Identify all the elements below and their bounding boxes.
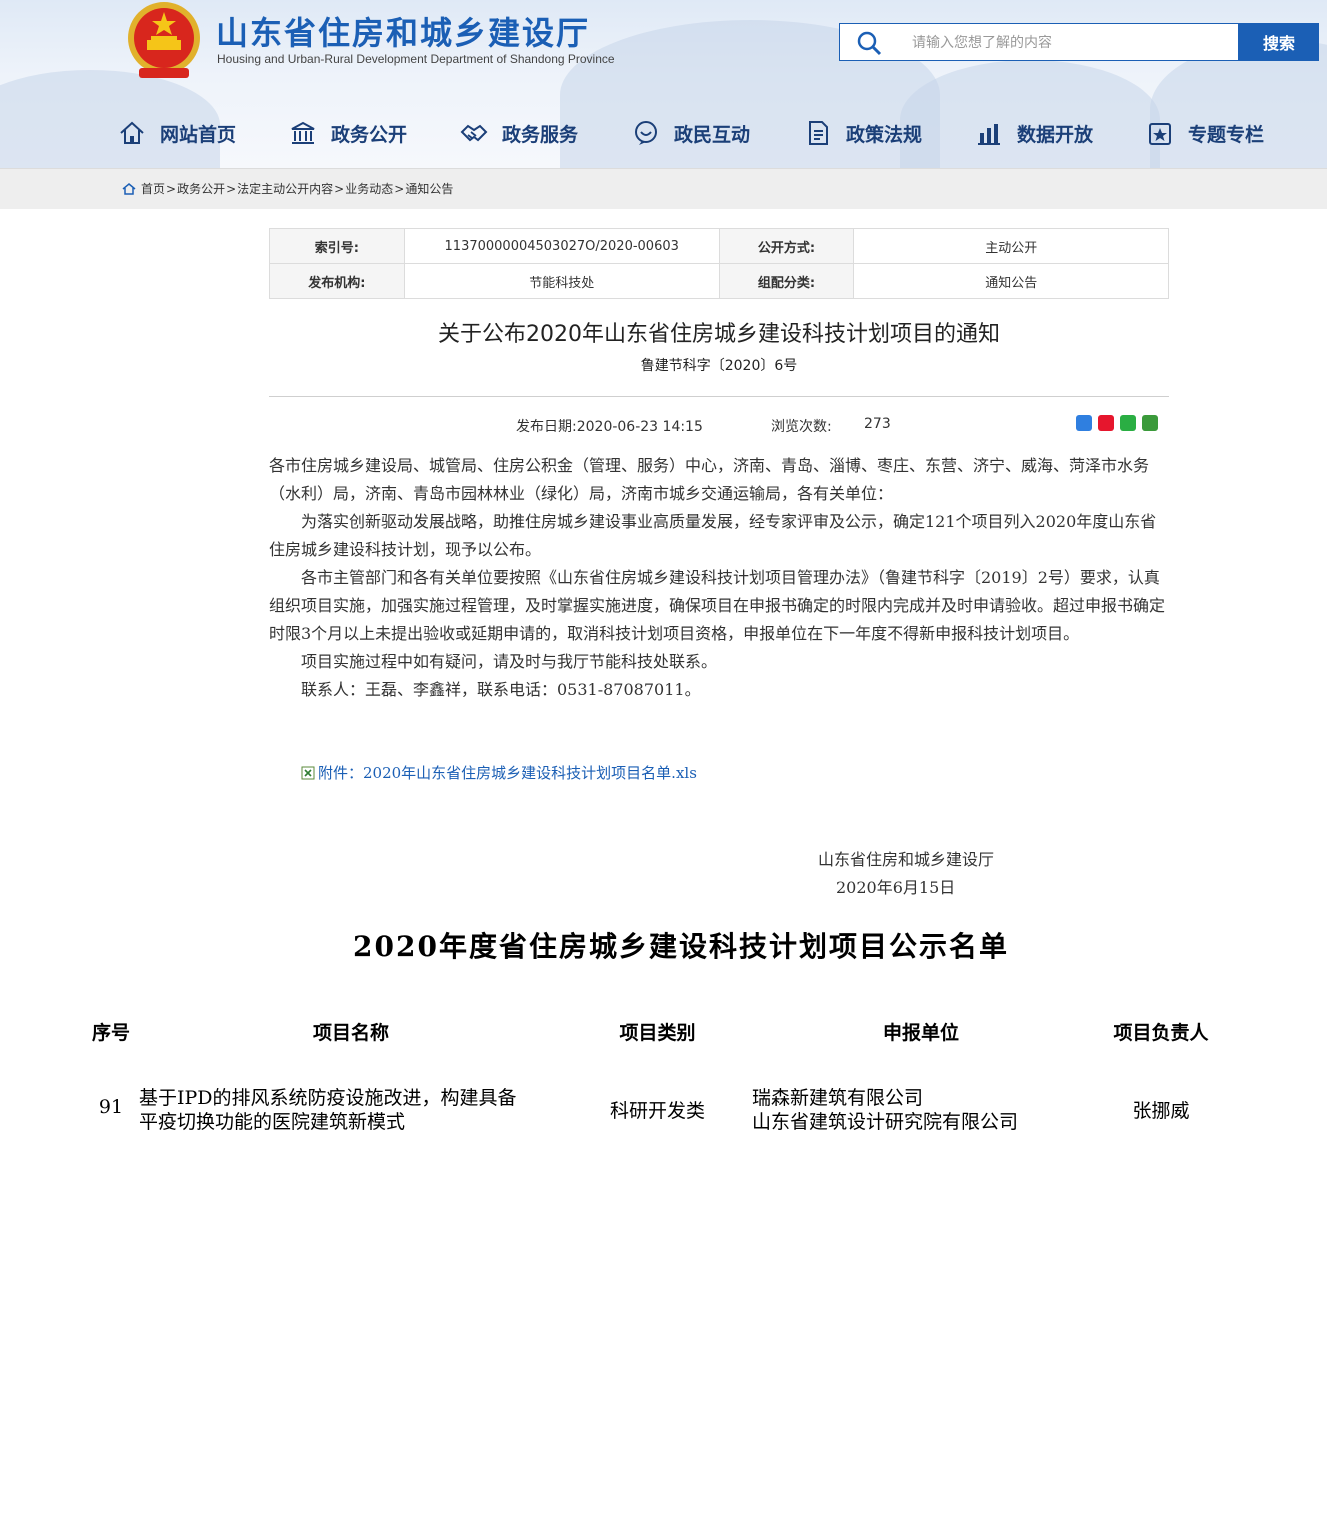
divider [269, 396, 1169, 397]
meta-table: 索引号: 11370000004503027O/2020-00603 公开方式:… [269, 228, 1169, 299]
breadcrumb-link[interactable]: 政务公开 [177, 180, 225, 197]
qzone-share-icon[interactable] [1076, 415, 1092, 431]
breadcrumb: 首页 > 政务公开 > 法定主动公开内容 > 业务动态 > 通知公告 [122, 180, 453, 197]
views-label: 浏览次数: [771, 419, 832, 435]
breadcrumb-link[interactable]: 通知公告 [405, 180, 453, 197]
row-name-line1: 基于IPD的排风系统防疫设施改进，构建具备 [139, 1087, 517, 1109]
chat-icon [635, 121, 657, 145]
row-name-line2: 平疫切换功能的医院建筑新模式 [139, 1111, 406, 1133]
paragraph: 项目实施过程中如有疑问，请及时与我厅节能科技处联系。 [301, 652, 718, 671]
table-border [0, 639, 1, 786]
nav-item-label: 政策法规 [846, 123, 923, 146]
paragraph: 各市主管部门和各有关单位要按照《山东省住房城乡建设科技计划项目管理办法》（鲁建节… [269, 568, 1166, 643]
article-title: 关于公布2020年山东省住房城乡建设科技计划项目的通知 [438, 322, 1000, 347]
table-border [0, 933, 1, 1080]
attachment-link[interactable]: 附件：2020年山东省住房城乡建设科技计划项目名单.xls [301, 762, 697, 783]
article-body: 各市住房城乡建设局、城管局、住房公积金（管理、服务）中心，济南、青岛、淄博、枣庄… [269, 452, 1169, 704]
index-label: 索引号: [269, 228, 405, 264]
publish-label: 发布日期: [516, 419, 577, 435]
table-border [0, 1374, 1, 1521]
document-number: 鲁建节科字〔2020〕6号 [640, 358, 798, 374]
chart-icon [978, 124, 1000, 145]
grid-line [0, 233, 1, 319]
nav-item-label: 专题专栏 [1188, 123, 1265, 146]
signature-date: 2020年6月15日 [836, 878, 956, 897]
share-bar [1076, 415, 1158, 431]
row-unit-line1: 瑞森新建筑有限公司 [752, 1087, 924, 1109]
nav-item-label: 网站首页 [160, 123, 237, 146]
grid-line [0, 405, 1, 637]
star-icon [1149, 123, 1171, 145]
attachment-label: 附件：2020年山东省住房城乡建设科技计划项目名单.xls [318, 764, 697, 782]
header-no: 序号 [91, 1021, 130, 1044]
category-label: 组配分类: [718, 263, 855, 299]
nav-item-open-data[interactable]: 数据开放 [975, 108, 1093, 158]
row-no: 91 [98, 1096, 124, 1118]
main-nav: 网站首页 政务公开 政务服务 政民互动 政策法规 数据开放 专题专栏 [0, 108, 1327, 158]
nav-item-home[interactable]: 网站首页 [118, 108, 236, 158]
breadcrumb-link[interactable]: 首页 [141, 180, 165, 197]
search-box [839, 23, 1239, 62]
nav-item-gov-affairs[interactable]: 政务公开 [289, 108, 407, 158]
breadcrumb-link[interactable]: 法定主动公开内容 [237, 180, 333, 197]
building-icon [291, 121, 315, 144]
views-count: 273 [864, 416, 891, 432]
mode-value: 主动公开 [853, 228, 1169, 264]
nav-item-label: 政务公开 [331, 123, 408, 146]
table-border [0, 1080, 1, 1227]
national-emblem-icon [128, 2, 200, 78]
paragraph: 联系人：王磊、李鑫祥，联系电话：0531-87087011。 [301, 680, 701, 699]
nav-item-topics[interactable]: 专题专栏 [1146, 108, 1264, 158]
weibo-share-icon[interactable] [1098, 415, 1114, 431]
row-leader: 张挪威 [1132, 1100, 1190, 1122]
nav-item-gov-service[interactable]: 政务服务 [460, 108, 578, 158]
header-unit: 申报单位 [882, 1021, 959, 1044]
nav-item-label: 政务服务 [502, 123, 579, 146]
home-icon [122, 182, 136, 195]
wechat-share-icon[interactable] [1120, 415, 1136, 431]
mode-label: 公开方式: [718, 228, 855, 264]
header-leader: 项目负责人 [1113, 1021, 1209, 1044]
nav-item-label: 数据开放 [1017, 123, 1094, 146]
org-label: 发布机构: [269, 263, 405, 299]
nav-item-policy[interactable]: 政策法规 [804, 108, 922, 158]
handshake-icon [460, 124, 488, 142]
grid-line [0, 319, 1, 405]
nav-item-label: 政民互动 [674, 123, 751, 146]
index-value: 11370000004503027O/2020-00603 [403, 228, 720, 264]
paragraph: 各市住房城乡建设局、城管局、住房公积金（管理、服务）中心，济南、青岛、淄博、枣庄… [269, 456, 1150, 503]
search-button[interactable]: 搜索 [1239, 23, 1319, 61]
header-category: 项目类别 [619, 1021, 696, 1044]
site-title: 山东省住房和城乡建设厅 [216, 14, 591, 52]
search-input[interactable] [910, 24, 1234, 62]
org-value: 节能科技处 [403, 263, 720, 299]
nav-item-interaction[interactable]: 政民互动 [632, 108, 750, 158]
breadcrumb-link[interactable]: 业务动态 [345, 180, 393, 197]
search-icon [857, 31, 882, 56]
excel-file-icon [301, 766, 315, 779]
site-subtitle: Housing and Urban-Rural Development Depa… [217, 52, 615, 66]
table-border [0, 1227, 1, 1374]
publish-date: 2020-06-23 14:15 [576, 419, 703, 435]
row-unit-line2: 山东省建筑设计研究院有限公司 [752, 1111, 1019, 1133]
paragraph: 为落实创新驱动发展战略，助推住房城乡建设事业高质量发展，经专家评审及公示，确定1… [269, 512, 1157, 559]
home-icon [120, 121, 144, 144]
breadcrumb-bar: 首页 > 政务公开 > 法定主动公开内容 > 业务动态 > 通知公告 [0, 168, 1327, 209]
project-list-title: 2020年度省住房城乡建设科技计划项目公示名单 [353, 930, 1009, 963]
signature-org: 山东省住房和城乡建设厅 [818, 850, 995, 869]
header-name: 项目名称 [312, 1021, 389, 1044]
table-border [0, 786, 1, 933]
site-header: 山东省住房和城乡建设厅 Housing and Urban-Rural Deve… [0, 0, 1327, 168]
douban-share-icon[interactable] [1142, 415, 1158, 431]
row-category: 科研开发类 [609, 1100, 705, 1122]
category-value: 通知公告 [853, 263, 1169, 299]
document-icon [809, 121, 828, 145]
publish-info: 发布日期:2020-06-23 14:15 [516, 416, 703, 436]
